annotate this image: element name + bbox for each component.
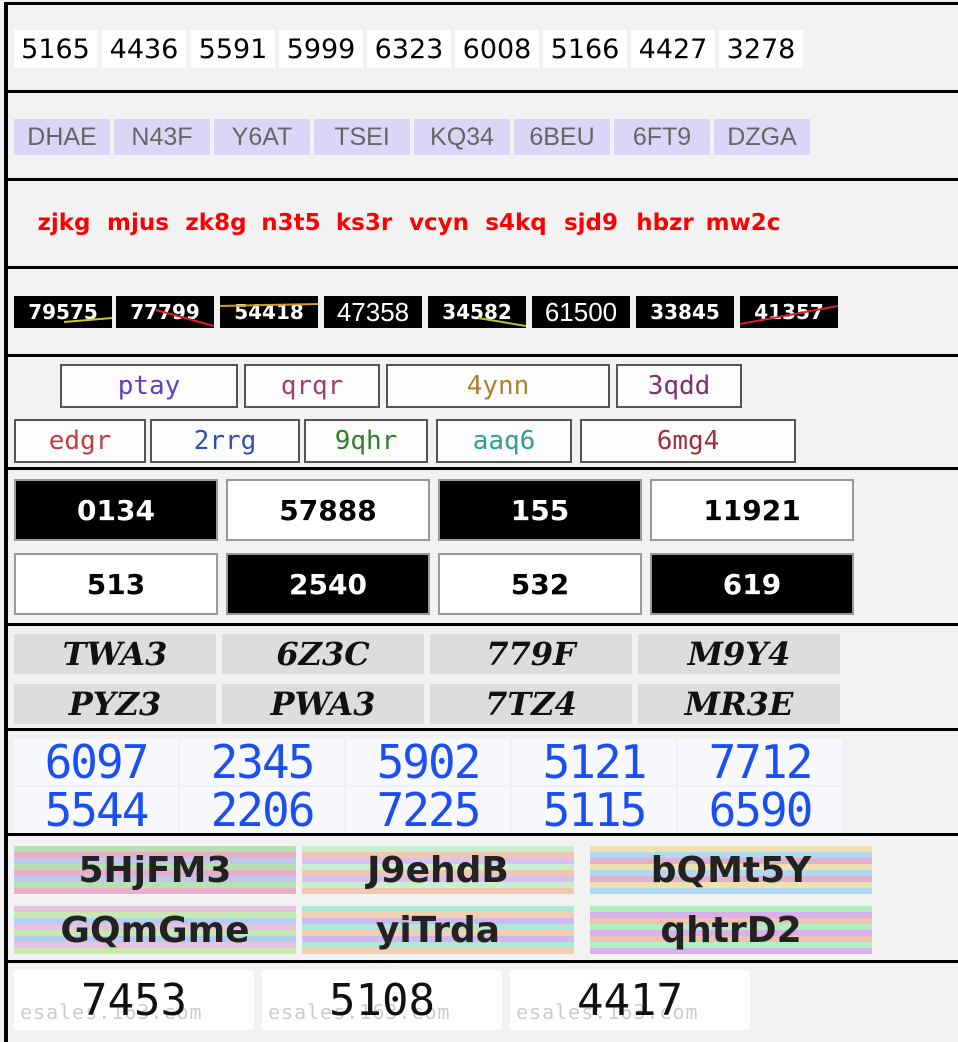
captcha-image: TSEI <box>314 119 410 155</box>
captcha-image: esales.163.com 4417 <box>510 970 750 1030</box>
captcha-image: 155 <box>438 479 642 541</box>
captcha-image: 6Z3C <box>222 634 424 674</box>
captcha-image: Y6AT <box>214 119 310 155</box>
captcha-image: 779F <box>430 634 632 674</box>
captcha-image: aaq6 <box>436 419 572 463</box>
captcha-image: 3278 <box>719 30 803 68</box>
captcha-image: sjd9 <box>563 210 619 236</box>
captcha-image: PYZ3 <box>14 684 216 724</box>
captcha-image: 6323 <box>367 30 451 68</box>
captcha-image: MR3E <box>638 684 840 724</box>
captcha-image: mw2c <box>705 210 781 236</box>
captcha-image: ks3r <box>335 210 393 236</box>
captcha-image: 47358 <box>324 296 422 328</box>
captcha-image: TWA3 <box>14 634 216 674</box>
captcha-image: 7712 <box>678 739 842 785</box>
captcha-image: esales.163.com 7453 <box>14 970 254 1030</box>
captcha-image: zk8g <box>185 210 247 236</box>
captcha-image: 6mg4 <box>580 419 796 463</box>
captcha-image: 5121 <box>512 739 676 785</box>
captcha-image: 5999 <box>279 30 363 68</box>
captcha-image: yiTrda <box>302 906 574 954</box>
captcha-image: 0134 <box>14 479 218 541</box>
captcha-image: n3t5 <box>261 210 321 236</box>
captcha-image: 5902 <box>346 739 510 785</box>
captcha-image: M9Y4 <box>638 634 840 674</box>
captcha-image: 4427 <box>631 30 715 68</box>
captcha-image: zjkg <box>37 210 91 236</box>
captcha-image: 7TZ4 <box>430 684 632 724</box>
captcha-image: 2rrg <box>150 419 300 463</box>
captcha-image: J9ehdB <box>302 846 574 894</box>
captcha-image: 6097 <box>14 739 178 785</box>
captcha-image: qrqr <box>244 364 380 408</box>
captcha-image: PWA3 <box>222 684 424 724</box>
captcha-image: 57888 <box>226 479 430 541</box>
captcha-row-8: 6097 2345 5902 5121 7712 5544 2206 7225 … <box>4 728 958 836</box>
captcha-image: 9qhr <box>304 419 428 463</box>
captcha-image: DHAE <box>14 119 110 155</box>
captcha-row-7: TWA3 6Z3C 779F M9Y4 PYZ3 PWA3 7TZ4 MR3E <box>4 623 958 731</box>
captcha-image: 34582 <box>428 296 526 328</box>
captcha-row-6: 0134 57888 155 11921 513 2540 532 619 <box>4 467 958 626</box>
captcha-text: 7453 <box>81 974 187 1026</box>
captcha-row-9: 5HjFM3 J9ehdB bQMt5Y GQmGme yiTrda qhtrD… <box>4 833 958 963</box>
captcha-image: 2540 <box>226 553 430 615</box>
captcha-image: 5115 <box>512 787 676 833</box>
captcha-image: 7225 <box>346 787 510 833</box>
captcha-image: hbzr <box>636 210 694 236</box>
captcha-image: 41357 <box>740 296 838 328</box>
captcha-image: 4436 <box>102 30 186 68</box>
captcha-image: s4kq <box>485 210 547 236</box>
captcha-image: 619 <box>650 553 854 615</box>
captcha-image: 6590 <box>678 787 842 833</box>
captcha-image: 5591 <box>191 30 275 68</box>
captcha-row-1: 5165 4436 5591 5999 6323 6008 5166 4427 … <box>4 2 958 93</box>
captcha-image: 3qdd <box>616 364 742 408</box>
captcha-row-3: zjkg mjus zk8g n3t5 ks3r vcyn s4kq sjd9 … <box>4 178 958 269</box>
captcha-row-2: DHAE N43F Y6AT TSEI KQ34 6BEU 6FT9 DZGA <box>4 90 958 181</box>
captcha-image: 5544 <box>14 787 178 833</box>
captcha-image: 532 <box>438 553 642 615</box>
captcha-image: GQmGme <box>14 906 296 954</box>
captcha-text: 4417 <box>577 974 683 1026</box>
captcha-image: esales.163.com 5108 <box>262 970 502 1030</box>
captcha-image: 5HjFM3 <box>14 846 296 894</box>
captcha-image: bQMt5Y <box>590 846 872 894</box>
captcha-image: 61500 <box>532 296 630 328</box>
captcha-image: qhtrD2 <box>590 906 872 954</box>
captcha-image: 77799 <box>116 296 214 328</box>
captcha-image: edgr <box>14 419 146 463</box>
captcha-text: 5108 <box>329 974 435 1026</box>
captcha-image: 54418 <box>220 296 318 328</box>
captcha-image: mjus <box>107 210 169 236</box>
captcha-image: vcyn <box>409 210 469 236</box>
captcha-image: ptay <box>60 364 238 408</box>
captcha-image: N43F <box>114 119 210 155</box>
captcha-grid: 5165 4436 5591 5999 6323 6008 5166 4427 … <box>0 0 958 1042</box>
captcha-image: DZGA <box>714 119 810 155</box>
captcha-image: 6BEU <box>514 119 610 155</box>
captcha-image: 11921 <box>650 479 854 541</box>
captcha-row-10: esales.163.com 7453 esales.163.com 5108 … <box>4 960 958 1042</box>
captcha-image: 5165 <box>14 30 97 68</box>
captcha-image: 2206 <box>180 787 344 833</box>
captcha-image: 79575 <box>14 296 112 328</box>
captcha-image: 2345 <box>180 739 344 785</box>
captcha-image: 6008 <box>455 30 539 68</box>
captcha-image: KQ34 <box>414 119 510 155</box>
captcha-row-4: 79575 77799 54418 47358 34582 61500 3384… <box>4 266 958 357</box>
captcha-image: 4ynn <box>386 364 610 408</box>
captcha-image: 513 <box>14 553 218 615</box>
captcha-image: 33845 <box>636 296 734 328</box>
captcha-image: 6FT9 <box>614 119 710 155</box>
captcha-image: 5166 <box>543 30 627 68</box>
captcha-row-5: ptay qrqr 4ynn 3qdd edgr 2rrg 9qhr aaq6 … <box>4 354 958 470</box>
